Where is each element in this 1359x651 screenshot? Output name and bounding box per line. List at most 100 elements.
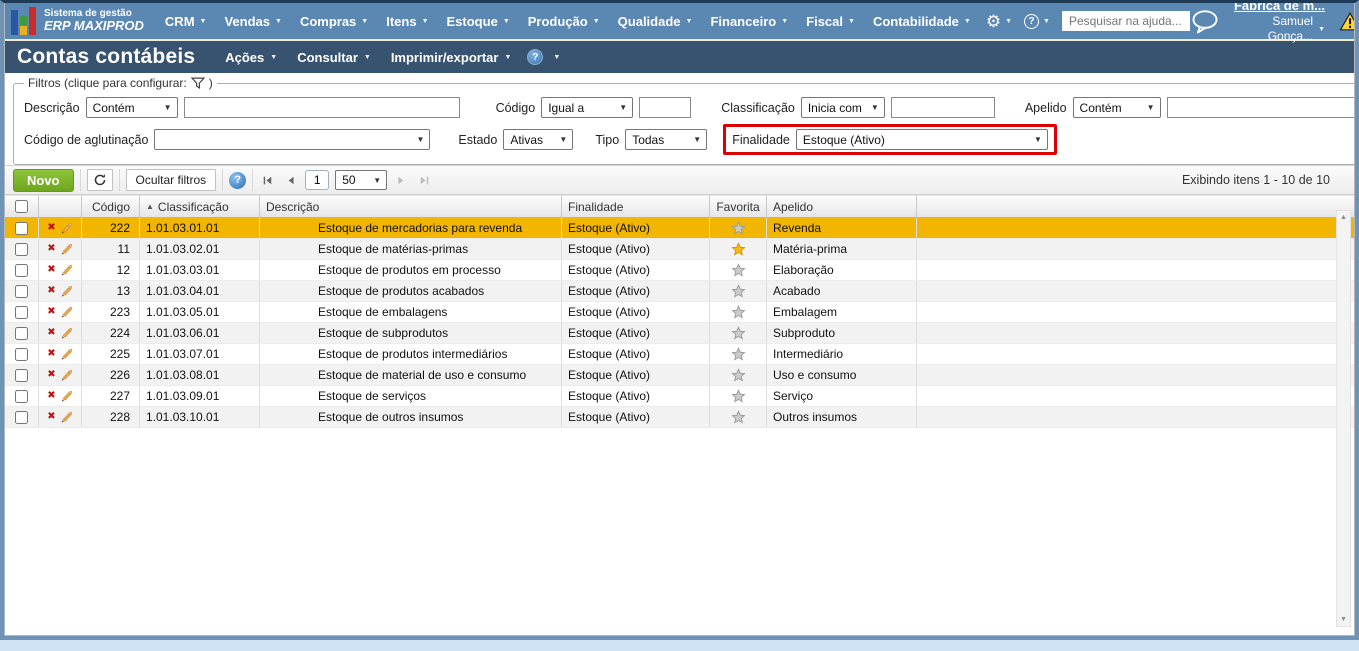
edit-pencil-icon[interactable] — [60, 222, 73, 235]
titlebar-menu-imprimir-exportar[interactable]: Imprimir/exportar▼ — [381, 50, 522, 65]
new-button[interactable]: Novo — [13, 169, 74, 192]
edit-pencil-icon[interactable] — [60, 411, 73, 424]
delete-icon[interactable]: ✖ — [47, 391, 55, 401]
table-row[interactable]: ✖2251.01.03.07.01Estoque de produtos int… — [5, 344, 1354, 365]
row-checkbox[interactable] — [15, 390, 28, 403]
table-row[interactable]: ✖2231.01.03.05.01Estoque de embalagensEs… — [5, 302, 1354, 323]
refresh-button[interactable] — [87, 169, 113, 191]
delete-icon[interactable]: ✖ — [47, 265, 55, 275]
classificacao-operator-select[interactable]: Inicia com▼ — [801, 97, 885, 118]
descricao-operator-select[interactable]: Contém▼ — [86, 97, 178, 118]
titlebar-menu-acoes[interactable]: Ações▼ — [215, 50, 287, 65]
scroll-down-icon[interactable]: ▼ — [1340, 616, 1347, 623]
edit-pencil-icon[interactable] — [60, 306, 73, 319]
favorite-star-icon[interactable] — [731, 242, 746, 257]
vertical-scrollbar[interactable]: ▲ ▼ — [1336, 210, 1351, 627]
favorite-star-icon[interactable] — [731, 389, 746, 404]
row-checkbox[interactable] — [15, 306, 28, 319]
favorite-star-icon[interactable] — [731, 305, 746, 320]
favorite-star-icon[interactable] — [731, 221, 746, 236]
tipo-select[interactable]: Todas▼ — [625, 129, 707, 150]
scroll-up-icon[interactable]: ▲ — [1340, 214, 1347, 221]
table-row[interactable]: ✖2261.01.03.08.01Estoque de material de … — [5, 365, 1354, 386]
edit-pencil-icon[interactable] — [60, 327, 73, 340]
table-row[interactable]: ✖2271.01.03.09.01Estoque de serviçosEsto… — [5, 386, 1354, 407]
row-checkbox[interactable] — [15, 243, 28, 256]
edit-pencil-icon[interactable] — [60, 243, 73, 256]
apelido-filter-input[interactable] — [1167, 97, 1355, 118]
topbar-menu-crm[interactable]: CRM▼ — [156, 14, 216, 29]
favorite-star-icon[interactable] — [731, 347, 746, 362]
codigo-operator-select[interactable]: Igual a▼ — [541, 97, 633, 118]
column-header-favorita[interactable]: Favorita — [710, 195, 767, 218]
chat-icon[interactable] — [1190, 9, 1220, 34]
titlebar-menu-consultar[interactable]: Consultar▼ — [287, 50, 381, 65]
delete-icon[interactable]: ✖ — [47, 223, 55, 233]
table-row[interactable]: ✖111.01.03.02.01Estoque de matérias-prim… — [5, 239, 1354, 260]
topbar-menu-financeiro[interactable]: Financeiro▼ — [701, 14, 797, 29]
row-checkbox[interactable] — [15, 222, 28, 235]
delete-icon[interactable]: ✖ — [47, 328, 55, 338]
company-link[interactable]: Fábrica de m... — [1234, 3, 1325, 14]
table-row[interactable]: ✖2221.01.03.01.01Estoque de mercadorias … — [5, 218, 1354, 239]
help-search-input[interactable] — [1062, 11, 1190, 31]
column-header-codigo[interactable]: Código — [82, 195, 140, 218]
topbar-menu-fiscal[interactable]: Fiscal▼ — [797, 14, 864, 29]
hide-filters-button[interactable]: Ocultar filtros — [126, 169, 217, 191]
topbar-menu-itens[interactable]: Itens▼ — [377, 14, 437, 29]
codigo-filter-input[interactable] — [639, 97, 691, 118]
topbar-menu-producao[interactable]: Produção▼ — [519, 14, 609, 29]
user-menu[interactable]: Samuel Gonça... ▼ — [1234, 14, 1325, 44]
favorite-star-icon[interactable] — [731, 410, 746, 425]
row-checkbox[interactable] — [15, 285, 28, 298]
topbar-menu-vendas[interactable]: Vendas▼ — [215, 14, 290, 29]
settings-menu[interactable]: ⚙ ▼ — [980, 13, 1018, 30]
warning-icon[interactable] — [1339, 12, 1355, 31]
first-page-button[interactable] — [259, 176, 276, 185]
classificacao-filter-input[interactable] — [891, 97, 995, 118]
toolbar-help-icon[interactable]: ? — [229, 172, 246, 189]
column-header-classificacao[interactable]: ▲Classificação — [140, 195, 260, 218]
delete-icon[interactable]: ✖ — [47, 244, 55, 254]
codigo-aglutinacao-select[interactable]: ▼ — [154, 129, 430, 150]
delete-icon[interactable]: ✖ — [47, 370, 55, 380]
delete-icon[interactable]: ✖ — [47, 349, 55, 359]
estado-select[interactable]: Ativas▼ — [503, 129, 573, 150]
column-header-finalidade[interactable]: Finalidade — [562, 195, 710, 218]
topbar-menu-contabilidade[interactable]: Contabilidade▼ — [864, 14, 980, 29]
last-page-button[interactable] — [416, 176, 433, 185]
row-checkbox[interactable] — [15, 327, 28, 340]
column-header-apelido[interactable]: Apelido — [767, 195, 917, 218]
favorite-star-icon[interactable] — [731, 368, 746, 383]
help-menu[interactable]: ? ▼ — [1018, 14, 1056, 29]
descricao-filter-input[interactable] — [184, 97, 460, 118]
select-all-checkbox[interactable] — [15, 200, 28, 213]
page-size-select[interactable]: 50▼ — [335, 170, 387, 190]
filters-legend[interactable]: Filtros (clique para configurar: ) — [24, 76, 217, 90]
favorite-star-icon[interactable] — [731, 326, 746, 341]
edit-pencil-icon[interactable] — [60, 369, 73, 382]
table-row[interactable]: ✖2241.01.03.06.01Estoque de subprodutosE… — [5, 323, 1354, 344]
edit-pencil-icon[interactable] — [60, 264, 73, 277]
row-checkbox[interactable] — [15, 264, 28, 277]
delete-icon[interactable]: ✖ — [47, 412, 55, 422]
next-page-button[interactable] — [393, 176, 410, 185]
delete-icon[interactable]: ✖ — [47, 286, 55, 296]
favorite-star-icon[interactable] — [731, 263, 746, 278]
table-row[interactable]: ✖2281.01.03.10.01Estoque de outros insum… — [5, 407, 1354, 428]
chevron-down-icon[interactable]: ▼ — [553, 54, 560, 61]
page-help-icon[interactable]: ? — [527, 49, 543, 65]
row-checkbox[interactable] — [15, 411, 28, 424]
row-checkbox[interactable] — [15, 348, 28, 361]
topbar-menu-compras[interactable]: Compras▼ — [291, 14, 377, 29]
table-row[interactable]: ✖131.01.03.04.01Estoque de produtos acab… — [5, 281, 1354, 302]
page-number-input[interactable]: 1 — [305, 170, 329, 190]
topbar-menu-estoque[interactable]: Estoque▼ — [438, 14, 519, 29]
previous-page-button[interactable] — [282, 176, 299, 185]
delete-icon[interactable]: ✖ — [47, 307, 55, 317]
apelido-operator-select[interactable]: Contém▼ — [1073, 97, 1161, 118]
topbar-menu-qualidade[interactable]: Qualidade▼ — [609, 14, 702, 29]
favorite-star-icon[interactable] — [731, 284, 746, 299]
column-header-descricao[interactable]: Descrição — [260, 195, 562, 218]
edit-pencil-icon[interactable] — [60, 390, 73, 403]
